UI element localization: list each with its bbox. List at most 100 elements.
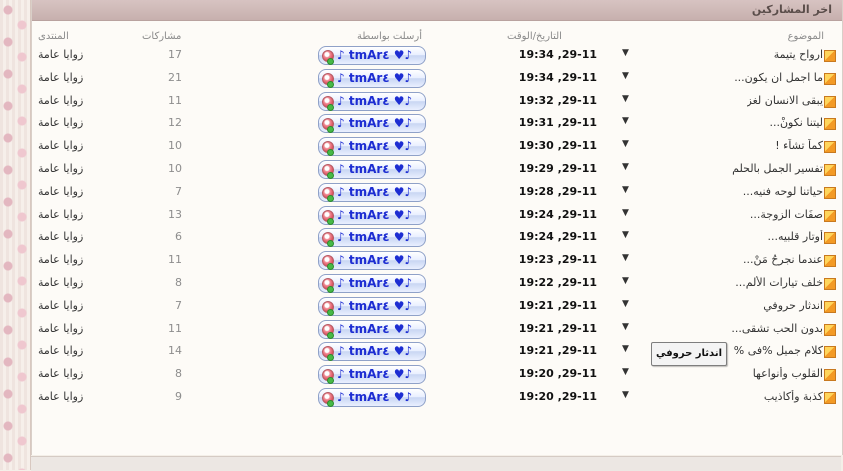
- user-button[interactable]: ♪ tmAr٤ ♥♪: [318, 91, 426, 111]
- post-count: 8: [175, 367, 182, 381]
- topic-link[interactable]: اندثار حروفي: [763, 299, 823, 312]
- user-button[interactable]: ♪ tmAr٤ ♥♪: [318, 251, 426, 271]
- forum-link[interactable]: زوايا عامة: [38, 71, 83, 84]
- username[interactable]: ♪ tmAr٤ ♥♪: [337, 162, 412, 176]
- user-button[interactable]: ♪ tmAr٤ ♥♪: [318, 114, 426, 134]
- forum-link[interactable]: زوايا عامة: [38, 322, 83, 335]
- forum-link[interactable]: زوايا عامة: [38, 48, 83, 61]
- user-button[interactable]: ♪ tmAr٤ ♥♪: [318, 342, 426, 362]
- forum-link[interactable]: زوايا عامة: [38, 116, 83, 129]
- table-row[interactable]: زوايا عامة 17 ♪ tmAr٤ ♥♪ 19:34 ,29-11 ▼ …: [32, 45, 842, 67]
- user-button[interactable]: ♪ tmAr٤ ♥♪: [318, 46, 426, 65]
- username[interactable]: ♪ tmAr٤ ♥♪: [337, 344, 412, 358]
- table-row[interactable]: زوايا عامة 10 ♪ tmAr٤ ♥♪ 19:30 ,29-11 ▼ …: [32, 136, 842, 158]
- topic-link[interactable]: حياتنا لوحه فنيه...: [743, 185, 823, 198]
- topic-link[interactable]: صفَات الزوجة...: [750, 208, 823, 221]
- dropdown-arrow-icon[interactable]: ▼: [622, 344, 629, 354]
- dropdown-arrow-icon[interactable]: ▼: [622, 390, 629, 400]
- dropdown-arrow-icon[interactable]: ▼: [622, 230, 629, 240]
- user-button[interactable]: ♪ tmAr٤ ♥♪: [318, 182, 426, 202]
- forum-link[interactable]: زوايا عامة: [38, 390, 83, 403]
- forum-link[interactable]: زوايا عامة: [38, 276, 83, 289]
- user-button[interactable]: ♪ tmAr٤ ♥♪: [318, 160, 426, 179]
- table-row[interactable]: زوايا عامة 21 ♪ tmAr٤ ♥♪ 19:34 ,29-11 ▼ …: [32, 68, 842, 90]
- dropdown-arrow-icon[interactable]: ▼: [622, 116, 629, 126]
- dropdown-arrow-icon[interactable]: ▼: [622, 162, 629, 172]
- topic-link[interactable]: ما اجمل ان يكون...: [734, 71, 823, 84]
- table-row[interactable]: زوايا عامة 8 ♪ tmAr٤ ♥♪ 19:20 ,29-11 ▼ ا…: [32, 364, 842, 386]
- forum-link[interactable]: زوايا عامة: [38, 185, 83, 198]
- user-button[interactable]: ♪ tmAr٤ ♥♪: [318, 296, 426, 316]
- forum-link[interactable]: زوايا عامة: [38, 344, 83, 357]
- topic-link[interactable]: كذبة وأكاذيب: [764, 390, 823, 403]
- forum-link[interactable]: زوايا عامة: [38, 139, 83, 152]
- topic-link[interactable]: كلام جميل %فى %: [734, 344, 823, 357]
- dropdown-arrow-icon[interactable]: ▼: [622, 185, 629, 195]
- table-row[interactable]: زوايا عامة 12 ♪ tmAr٤ ♥♪ 19:31 ,29-11 ▼ …: [32, 113, 842, 135]
- dropdown-arrow-icon[interactable]: ▼: [622, 276, 629, 286]
- table-row[interactable]: زوايا عامة 11 ♪ tmAr٤ ♥♪ 19:32 ,29-11 ▼ …: [32, 91, 842, 113]
- user-button[interactable]: ♪ tmAr٤ ♥♪: [318, 274, 426, 293]
- user-button[interactable]: ♪ tmAr٤ ♥♪: [318, 68, 426, 88]
- dropdown-arrow-icon[interactable]: ▼: [622, 299, 629, 309]
- dropdown-arrow-icon[interactable]: ▼: [622, 94, 629, 104]
- topic-link[interactable]: كماَ تشاَء !: [775, 139, 823, 152]
- username[interactable]: ♪ tmAr٤ ♥♪: [337, 230, 412, 244]
- table-row[interactable]: زوايا عامة 6 ♪ tmAr٤ ♥♪ 19:24 ,29-11 ▼ أ…: [32, 227, 842, 249]
- username[interactable]: ♪ tmAr٤ ♥♪: [337, 367, 412, 381]
- topic-link[interactable]: عندما نجرحُ مَنْ...: [743, 253, 823, 266]
- table-row[interactable]: زوايا عامة 11 ♪ tmAr٤ ♥♪ 19:23 ,29-11 ▼ …: [32, 250, 842, 272]
- username[interactable]: ♪ tmAr٤ ♥♪: [337, 139, 412, 153]
- table-row[interactable]: زوايا عامة 7 ♪ tmAr٤ ♥♪ 19:21 ,29-11 ▼ ا…: [32, 296, 842, 318]
- topic-link[interactable]: ارواح يتيمة: [774, 48, 823, 61]
- forum-link[interactable]: زوايا عامة: [38, 253, 83, 266]
- forum-link[interactable]: زوايا عامة: [38, 367, 83, 380]
- topic-link[interactable]: خلف تيارات الألم...: [735, 276, 823, 289]
- username[interactable]: ♪ tmAr٤ ♥♪: [337, 94, 412, 108]
- username[interactable]: ♪ tmAr٤ ♥♪: [337, 322, 412, 336]
- dropdown-arrow-icon[interactable]: ▼: [622, 139, 629, 149]
- table-row[interactable]: زوايا عامة 11 ♪ tmAr٤ ♥♪ 19:21 ,29-11 ▼ …: [32, 319, 842, 341]
- topic-link[interactable]: تفسير الجمل بالحلم: [732, 162, 823, 175]
- user-button[interactable]: ♪ tmAr٤ ♥♪: [318, 228, 426, 248]
- forum-link[interactable]: زوايا عامة: [38, 230, 83, 243]
- forum-link[interactable]: زوايا عامة: [38, 299, 83, 312]
- username[interactable]: ♪ tmAr٤ ♥♪: [337, 276, 412, 290]
- table-row[interactable]: زوايا عامة 7 ♪ tmAr٤ ♥♪ 19:28 ,29-11 ▼ ح…: [32, 182, 842, 204]
- dropdown-arrow-icon[interactable]: ▼: [622, 71, 629, 81]
- username[interactable]: ♪ tmAr٤ ♥♪: [337, 390, 412, 404]
- forum-link[interactable]: زوايا عامة: [38, 162, 83, 175]
- table-row[interactable]: زوايا عامة 8 ♪ tmAr٤ ♥♪ 19:22 ,29-11 ▼ خ…: [32, 273, 842, 295]
- table-row[interactable]: زوايا عامة 9 ♪ tmAr٤ ♥♪ 19:20 ,29-11 ▼ ك…: [32, 387, 842, 409]
- topic-link[interactable]: بدون الحب تشقى...: [731, 322, 823, 335]
- dropdown-arrow-icon[interactable]: ▼: [622, 48, 629, 58]
- username[interactable]: ♪ tmAr٤ ♥♪: [337, 48, 412, 62]
- post-datetime: 19:21 ,29-11: [518, 298, 597, 312]
- username[interactable]: ♪ tmAr٤ ♥♪: [337, 185, 412, 199]
- dropdown-arrow-icon[interactable]: ▼: [622, 322, 629, 332]
- user-button[interactable]: ♪ tmAr٤ ♥♪: [318, 205, 426, 225]
- username[interactable]: ♪ tmAr٤ ♥♪: [337, 116, 412, 130]
- user-button[interactable]: ♪ tmAr٤ ♥♪: [318, 388, 426, 407]
- forum-link[interactable]: زوايا عامة: [38, 208, 83, 221]
- username[interactable]: ♪ tmAr٤ ♥♪: [337, 253, 412, 267]
- post-count: 12: [168, 116, 182, 130]
- folder-icon: [824, 392, 836, 404]
- table-row[interactable]: زوايا عامة 10 ♪ tmAr٤ ♥♪ 19:29 ,29-11 ▼ …: [32, 159, 842, 181]
- post-count: 17: [168, 48, 182, 61]
- dropdown-arrow-icon[interactable]: ▼: [622, 208, 629, 218]
- username[interactable]: ♪ tmAr٤ ♥♪: [337, 208, 412, 222]
- topic-link[interactable]: يبقى الانسان لغز: [747, 94, 823, 107]
- username[interactable]: ♪ tmAr٤ ♥♪: [337, 71, 412, 85]
- user-button[interactable]: ♪ tmAr٤ ♥♪: [318, 365, 426, 385]
- user-button[interactable]: ♪ tmAr٤ ♥♪: [318, 319, 426, 339]
- topic-link[interactable]: القلوب وأنواعها: [753, 367, 823, 380]
- dropdown-arrow-icon[interactable]: ▼: [622, 367, 629, 377]
- topic-link[interactable]: ليتنا نكونْ...: [769, 116, 823, 129]
- dropdown-arrow-icon[interactable]: ▼: [622, 253, 629, 263]
- topic-link[interactable]: أوتار قلبيه...: [767, 230, 823, 243]
- user-button[interactable]: ♪ tmAr٤ ♥♪: [318, 137, 426, 157]
- table-row[interactable]: زوايا عامة 13 ♪ tmAr٤ ♥♪ 19:24 ,29-11 ▼ …: [32, 205, 842, 227]
- username[interactable]: ♪ tmAr٤ ♥♪: [337, 299, 412, 313]
- forum-link[interactable]: زوايا عامة: [38, 94, 83, 107]
